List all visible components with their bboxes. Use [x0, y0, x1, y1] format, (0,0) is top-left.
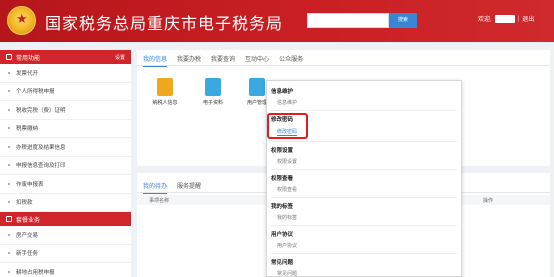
sidebar-section-packages: 套餐业务: [0, 212, 131, 226]
search-button[interactable]: 搜索: [389, 13, 417, 28]
sidebar-item-label: 新手任务: [16, 251, 39, 258]
sidebar-item[interactable]: 扣税款: [0, 194, 131, 212]
tab-divider: [137, 65, 550, 66]
user-name-redacted[interactable]: [494, 14, 515, 23]
star-icon: [6, 54, 12, 60]
dropdown-divider: [271, 253, 457, 254]
sidebar-item[interactable]: 税收完税（费）证明: [0, 101, 131, 120]
bullet-icon: [8, 182, 10, 185]
dropdown-group-title: 常见问题: [271, 260, 294, 266]
sidebar-item[interactable]: 申报信息查询及打印: [0, 157, 131, 175]
welcome-text: 欢迎,: [478, 17, 492, 23]
sidebar-section-common: 常用功能 设置: [0, 50, 131, 64]
sidebar-item[interactable]: 作废申报表: [0, 175, 131, 194]
user-management-dropdown: 信息维护 信息维护 修改密码 修改密码 权限设置 权限设置 权限查看 权限查看 …: [266, 80, 462, 277]
bullet-icon: [8, 201, 10, 204]
bullet-icon: [8, 90, 10, 93]
dropdown-group-title: 我的标签: [271, 204, 294, 210]
sidebar-item-label: 房产交易: [16, 232, 39, 239]
dropdown-group-title: 权限查看: [271, 176, 294, 182]
sidebar-item-label: 申报信息查询及打印: [16, 163, 66, 170]
sidebar-item-label: 办税进度及结果信息: [16, 144, 66, 151]
site-header: 国家税务总局重庆市电子税务局 搜索 欢迎, | 退出: [0, 0, 554, 42]
tile-taxpayer-info[interactable]: 纳税人信息: [149, 78, 181, 106]
e-documents-icon: [205, 78, 221, 96]
sidebar: 常用功能 设置 发票代开 个人所得税申报 税收完税（费）证明 税票缴纳 办税进度…: [0, 50, 131, 277]
tile-label: 纳税人信息: [152, 100, 178, 106]
sidebar-item-label: 税收完税（费）证明: [16, 107, 66, 114]
dropdown-divider: [271, 169, 457, 170]
sidebar-item[interactable]: 耕地占用税申报: [0, 263, 131, 277]
bullet-icon: [8, 252, 10, 255]
bullet-icon: [8, 270, 10, 273]
highlight-box: [267, 113, 308, 139]
sidebar-item-label: 发票代开: [16, 70, 39, 77]
bullet-icon: [8, 71, 10, 74]
bullet-icon: [8, 233, 10, 236]
sidebar-item[interactable]: 个人所得税申报: [0, 83, 131, 101]
tile-label: 电子资料: [202, 100, 223, 106]
package-icon: [6, 216, 12, 222]
separator: |: [517, 15, 520, 22]
logout-link[interactable]: 退出: [522, 14, 534, 23]
taxpayer-info-icon: [157, 78, 173, 96]
search-input[interactable]: [307, 13, 389, 28]
tile-e-documents[interactable]: 电子资料: [197, 78, 229, 106]
settings-link[interactable]: 设置: [115, 54, 125, 61]
bullet-icon: [8, 127, 10, 130]
bullet-icon: [8, 145, 10, 148]
sidebar-item-label: 个人所得税申报: [16, 89, 55, 96]
user-area: 欢迎, | 退出: [478, 14, 534, 23]
dropdown-item[interactable]: 权限设置: [277, 158, 297, 165]
sidebar-item-label: 税票缴纳: [16, 126, 39, 133]
dropdown-group-title: 权限设置: [271, 148, 294, 154]
sidebar-item-label: 作废申报表: [16, 181, 44, 188]
dropdown-item[interactable]: 信息维护: [277, 99, 297, 106]
dropdown-divider: [271, 141, 457, 142]
national-emblem-icon: [7, 6, 36, 35]
sidebar-item-label: 扣税款: [16, 200, 33, 207]
bullet-icon: [8, 108, 10, 111]
user-management-icon: [249, 78, 265, 96]
dropdown-divider: [271, 225, 457, 226]
sidebar-item-label: 耕地占用税申报: [16, 269, 55, 276]
dropdown-item[interactable]: 常见问题: [277, 270, 297, 277]
bullet-icon: [8, 164, 10, 167]
dropdown-divider: [271, 197, 457, 198]
sidebar-item[interactable]: 房产交易: [0, 226, 131, 245]
column-header-action: 操作: [483, 198, 494, 204]
section-label: 套餐业务: [16, 217, 41, 224]
sidebar-item[interactable]: 税票缴纳: [0, 120, 131, 138]
dropdown-divider: [271, 110, 457, 111]
column-header-item: 事项名称: [149, 198, 170, 204]
sidebar-item[interactable]: 新手任务: [0, 245, 131, 263]
dropdown-item[interactable]: 用户协议: [277, 242, 297, 249]
dropdown-group-title: 用户协议: [271, 232, 294, 238]
sidebar-item[interactable]: 办税进度及结果信息: [0, 138, 131, 157]
site-title: 国家税务总局重庆市电子税务局: [45, 14, 284, 33]
dropdown-item[interactable]: 权限查看: [277, 186, 297, 193]
dropdown-group-title: 信息维护: [271, 89, 294, 95]
dropdown-item[interactable]: 我的标签: [277, 214, 297, 221]
sidebar-item[interactable]: 发票代开: [0, 64, 131, 83]
section-label: 常用功能: [16, 55, 41, 62]
